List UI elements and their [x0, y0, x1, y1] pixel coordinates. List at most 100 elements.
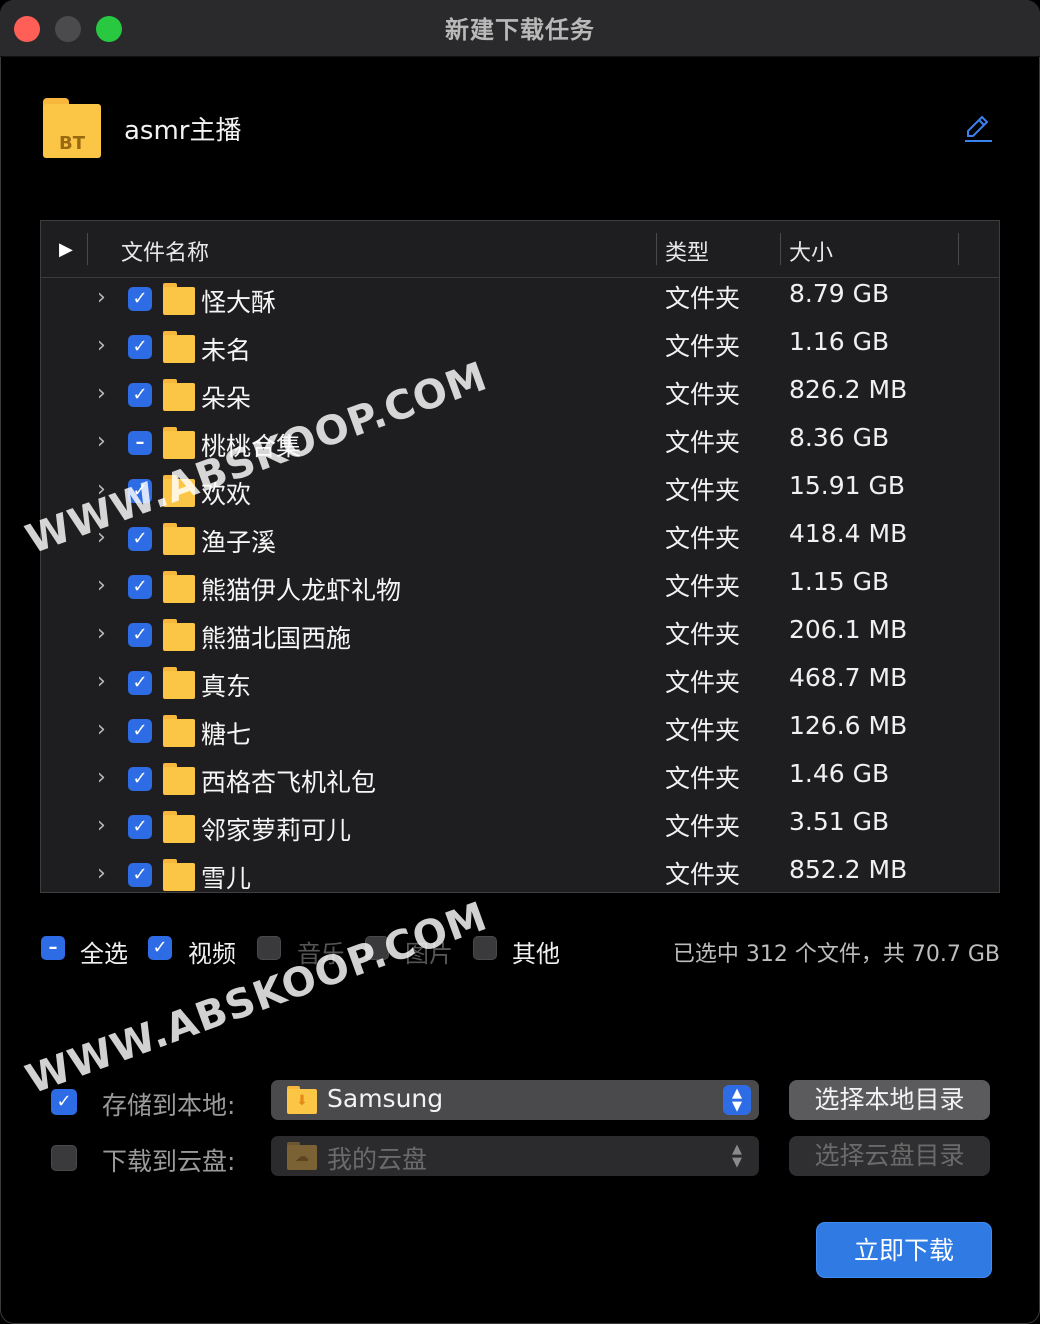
- row-checkbox[interactable]: ✓: [128, 575, 152, 599]
- folder-icon: [163, 427, 195, 459]
- selection-summary: 已选中 312 个文件，共 70.7 GB: [672, 942, 1000, 967]
- table-row[interactable]: › ✓ 怪大酥 文件夹 8.79 GB: [41, 279, 999, 327]
- row-type: 文件夹: [665, 764, 741, 793]
- chevron-right-icon[interactable]: ›: [97, 285, 106, 310]
- row-type: 文件夹: [665, 524, 741, 553]
- row-checkbox[interactable]: ✓: [128, 383, 152, 407]
- row-name: 怪大酥: [201, 288, 277, 317]
- download-now-button[interactable]: 立即下载: [816, 1222, 992, 1278]
- row-type: 文件夹: [665, 620, 741, 649]
- row-name: 西格杏飞机礼包: [201, 768, 377, 797]
- title-bar: 新建下载任务: [0, 0, 1040, 57]
- table-header: ▶ 文件名称 类型 大小: [41, 221, 999, 278]
- row-checkbox[interactable]: ✓: [128, 815, 152, 839]
- type-filter-bar: – 全选 ✓ 视频 音乐 图片 其他 已选中 312 个文件，共 70.7 GB: [0, 930, 1040, 970]
- row-type: 文件夹: [665, 284, 741, 313]
- folder-icon: [163, 331, 195, 363]
- other-label: 其他: [512, 940, 560, 968]
- row-type: 文件夹: [665, 428, 741, 457]
- chevron-right-icon[interactable]: ›: [97, 813, 106, 838]
- select-stepper-icon: ▲ ▼: [723, 1085, 751, 1115]
- select-all-checkbox[interactable]: –: [41, 936, 65, 960]
- column-header-type[interactable]: 类型: [665, 235, 709, 267]
- table-row[interactable]: › ✓ 渔子溪 文件夹 418.4 MB: [41, 519, 999, 567]
- row-type: 文件夹: [665, 380, 741, 409]
- folder-icon: [163, 859, 195, 891]
- folder-icon: [163, 715, 195, 747]
- table-row[interactable]: › ✓ 真东 文件夹 468.7 MB: [41, 663, 999, 711]
- table-row[interactable]: › ✓ 邻家萝莉可儿 文件夹 3.51 GB: [41, 807, 999, 855]
- music-checkbox[interactable]: [257, 936, 281, 960]
- table-row[interactable]: › ✓ 糖七 文件夹 126.6 MB: [41, 711, 999, 759]
- bt-folder-icon: BT: [43, 98, 101, 158]
- row-size: 126.6 MB: [789, 711, 908, 740]
- row-type: 文件夹: [665, 860, 741, 889]
- cloud-save-checkbox[interactable]: [51, 1145, 77, 1171]
- table-row[interactable]: › ✓ 熊猫伊人龙虾礼物 文件夹 1.15 GB: [41, 567, 999, 615]
- chevron-right-icon[interactable]: ›: [97, 669, 106, 694]
- folder-icon: [163, 667, 195, 699]
- row-type: 文件夹: [665, 668, 741, 697]
- download-folder-icon: ⬇: [287, 1086, 317, 1114]
- row-checkbox[interactable]: ✓: [128, 287, 152, 311]
- row-checkbox[interactable]: ✓: [128, 335, 152, 359]
- video-checkbox[interactable]: ✓: [148, 936, 172, 960]
- row-name: 邻家萝莉可儿: [201, 816, 352, 845]
- row-size: 418.4 MB: [789, 519, 908, 548]
- row-type: 文件夹: [665, 716, 741, 745]
- chevron-right-icon[interactable]: ›: [97, 621, 106, 646]
- local-destination-row: ✓ 存储到本地: ⬇ Samsung ▲ ▼ 选择本地目录: [0, 1080, 1040, 1122]
- row-checkbox[interactable]: –: [128, 431, 152, 455]
- row-checkbox[interactable]: ✓: [128, 623, 152, 647]
- chevron-right-icon[interactable]: ›: [97, 765, 106, 790]
- column-header-name[interactable]: 文件名称: [121, 235, 209, 267]
- row-checkbox[interactable]: ✓: [128, 863, 152, 887]
- cloud-disk-select[interactable]: ☁ 我的云盘 ▲ ▼: [271, 1136, 759, 1176]
- chevron-right-icon[interactable]: ›: [97, 861, 106, 886]
- row-size: 826.2 MB: [789, 375, 908, 404]
- row-size: 8.36 GB: [789, 423, 890, 452]
- chevron-right-icon[interactable]: ›: [97, 717, 106, 742]
- choose-local-dir-button[interactable]: 选择本地目录: [789, 1080, 990, 1120]
- download-task-window: 新建下载任务 BT asmr主播 ▶ 文件名称 类型 大小 › ✓ 怪大酥 文件夹 8.…: [0, 0, 1040, 1324]
- local-disk-select[interactable]: ⬇ Samsung ▲ ▼: [271, 1080, 759, 1120]
- row-checkbox[interactable]: ✓: [128, 719, 152, 743]
- choose-cloud-dir-button[interactable]: 选择云盘目录: [789, 1136, 990, 1176]
- chevron-right-icon[interactable]: ›: [97, 333, 106, 358]
- table-row[interactable]: › ✓ 未名 文件夹 1.16 GB: [41, 327, 999, 375]
- table-row[interactable]: › ✓ 西格杏飞机礼包 文件夹 1.46 GB: [41, 759, 999, 807]
- select-stepper-icon: ▲ ▼: [732, 1142, 742, 1170]
- chevron-right-icon[interactable]: ›: [97, 429, 106, 454]
- local-disk-value: Samsung: [327, 1084, 444, 1113]
- row-name: 渔子溪: [201, 528, 277, 557]
- row-name: 朵朵: [201, 384, 252, 413]
- table-row[interactable]: › ✓ 朵朵 文件夹 826.2 MB: [41, 375, 999, 423]
- cloud-destination-row: 下载到云盘: ☁ 我的云盘 ▲ ▼ 选择云盘目录: [0, 1136, 1040, 1178]
- edit-icon[interactable]: [962, 112, 994, 144]
- row-name: 未名: [201, 336, 252, 365]
- watermark-text: WWW.ABSKOOP.COM: [20, 893, 494, 1104]
- row-size: 1.15 GB: [789, 567, 890, 596]
- cloud-disk-value: 我的云盘: [327, 1145, 428, 1174]
- row-type: 文件夹: [665, 332, 741, 361]
- table-row[interactable]: › ✓ 熊猫北国西施 文件夹 206.1 MB: [41, 615, 999, 663]
- column-header-size[interactable]: 大小: [789, 235, 833, 267]
- row-checkbox[interactable]: ✓: [128, 527, 152, 551]
- table-row[interactable]: › ✓ 雪儿 文件夹 852.2 MB: [41, 855, 999, 903]
- row-name: 糖七: [201, 720, 252, 749]
- folder-icon: [163, 619, 195, 651]
- row-checkbox[interactable]: ✓: [128, 671, 152, 695]
- folder-icon: [163, 283, 195, 315]
- chevron-right-icon[interactable]: ›: [97, 381, 106, 406]
- row-name: 真东: [201, 672, 252, 701]
- row-checkbox[interactable]: ✓: [128, 767, 152, 791]
- chevron-right-icon[interactable]: ›: [97, 573, 106, 598]
- row-type: 文件夹: [665, 572, 741, 601]
- expand-all-icon[interactable]: ▶: [59, 239, 73, 260]
- folder-icon: [163, 523, 195, 555]
- cloud-folder-icon: ☁: [287, 1142, 317, 1170]
- folder-icon: [163, 811, 195, 843]
- row-size: 1.16 GB: [789, 327, 890, 356]
- row-size: 15.91 GB: [789, 471, 906, 500]
- window-title: 新建下载任务: [445, 16, 595, 44]
